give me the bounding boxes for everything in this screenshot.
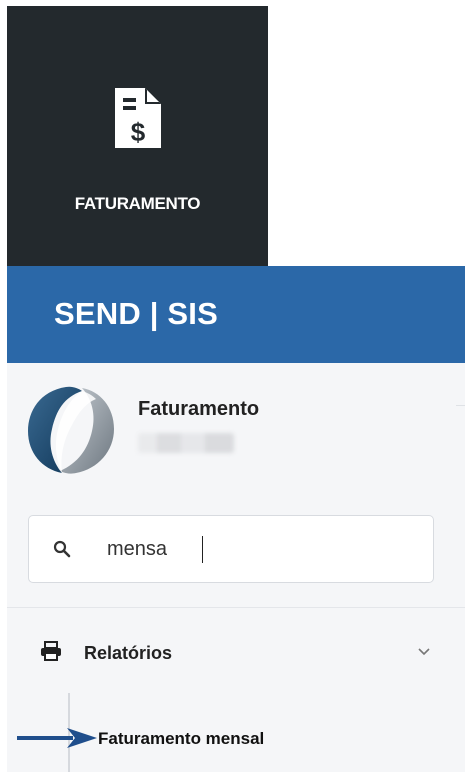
text-caret: [202, 536, 203, 563]
chevron-down-icon[interactable]: [417, 644, 431, 662]
profile-subtitle-blurred: [138, 433, 234, 453]
app-header: SEND | SIS: [7, 266, 465, 363]
sidebar: Faturamento Relatórios Faturament: [7, 363, 465, 772]
profile-name: Faturamento: [138, 398, 260, 420]
brand-logo-text[interactable]: SEND | SIS: [54, 296, 218, 332]
printer-icon: [40, 641, 62, 666]
company-logo: [26, 385, 116, 475]
faturamento-tile[interactable]: $ FATURAMENTO: [7, 6, 268, 266]
search-input[interactable]: [107, 532, 407, 566]
panel-edge: [456, 405, 465, 406]
tile-label: FATURAMENTO: [74, 194, 201, 213]
menu-item-faturamento-mensal[interactable]: Faturamento mensal: [98, 729, 264, 749]
menu-group-relatorios[interactable]: Relatórios: [7, 608, 465, 688]
search-icon: [53, 540, 71, 563]
search-box[interactable]: [28, 515, 434, 583]
menu-group-label: Relatórios: [84, 643, 173, 663]
invoice-dollar-icon: $: [113, 88, 163, 155]
arrow-right-icon: [17, 726, 97, 755]
svg-text:$: $: [131, 117, 146, 147]
